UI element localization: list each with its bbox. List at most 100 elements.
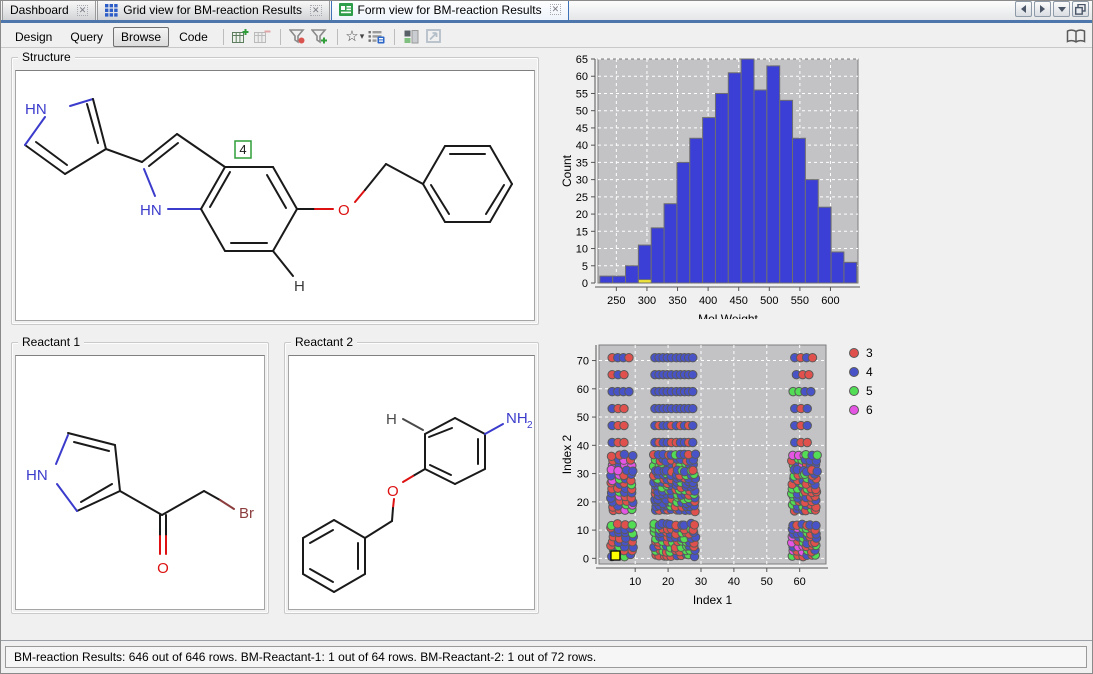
scatter-point xyxy=(802,403,812,414)
tab-bar: Dashboard ✕ Grid view for BM-reaction Re… xyxy=(1,1,1092,23)
legend-label: 6 xyxy=(866,403,873,417)
tab-scroll-right-button[interactable] xyxy=(1034,1,1051,17)
histogram-bar xyxy=(792,137,806,284)
scatter-point xyxy=(688,353,698,363)
down-arrow-icon xyxy=(1057,6,1066,12)
atom-label-h: H xyxy=(294,278,305,295)
layout-icon xyxy=(404,29,419,43)
histogram-bar xyxy=(599,275,614,284)
favorites-button[interactable]: ☆ ▾ xyxy=(345,28,365,46)
tab-label: Form view for BM-reaction Results xyxy=(357,2,542,17)
table-remove-icon xyxy=(254,30,271,43)
close-icon[interactable]: ✕ xyxy=(309,4,322,16)
histogram-bar xyxy=(727,72,742,284)
form-view-canvas: Structure 4 HN HN O H 0 5 10 15 20 25 30… xyxy=(1,49,1092,640)
atom-label-o: O xyxy=(338,202,350,219)
scatter-point xyxy=(804,369,814,380)
tab-list-button[interactable] xyxy=(1053,1,1070,17)
close-icon[interactable]: ✕ xyxy=(76,4,89,16)
scatter-point xyxy=(688,420,698,431)
filter-icon xyxy=(289,28,305,43)
svg-text:250: 250 xyxy=(607,295,625,307)
fit-view-button[interactable] xyxy=(424,28,444,46)
reactant2-molecule: H NH 2 O xyxy=(302,410,533,593)
documentation-button[interactable] xyxy=(1066,28,1086,46)
browse-button[interactable]: Browse xyxy=(113,26,170,47)
atom-label-br: Br xyxy=(239,505,254,522)
scatter-ylabel: Index 2 xyxy=(560,434,574,474)
svg-text:5: 5 xyxy=(582,261,588,273)
form-options-button[interactable] xyxy=(367,28,387,46)
toolbar-separator xyxy=(393,28,395,45)
histogram-xlabel: Mol Weight xyxy=(698,312,758,319)
legend-label: 5 xyxy=(866,384,873,398)
legend-marker xyxy=(849,367,859,377)
svg-text:35: 35 xyxy=(576,157,588,169)
legend-label: 3 xyxy=(866,346,873,360)
reactant1-canvas[interactable]: HN O Br xyxy=(15,355,265,610)
scatter-point xyxy=(688,386,698,397)
scatter-point xyxy=(619,437,629,448)
table-add-icon xyxy=(232,29,249,43)
scatter-point xyxy=(619,369,629,380)
scatter-point xyxy=(811,520,821,531)
add-form-button[interactable] xyxy=(231,28,251,46)
close-icon[interactable]: ✕ xyxy=(549,4,562,15)
svg-text:45: 45 xyxy=(576,123,588,135)
scatter-point xyxy=(606,451,617,462)
svg-text:0: 0 xyxy=(583,553,589,565)
scatter-point xyxy=(802,437,812,448)
tab-dashboard[interactable]: Dashboard ✕ xyxy=(2,1,97,20)
atom-label-nh-indole: HN xyxy=(140,202,162,219)
add-filter-button[interactable] xyxy=(310,28,330,46)
svg-text:10: 10 xyxy=(576,244,588,256)
scatter-point xyxy=(688,437,698,448)
scatter-point xyxy=(612,519,623,529)
svg-text:40: 40 xyxy=(577,440,589,452)
filter-rows-button[interactable] xyxy=(288,28,308,46)
caret-down-icon: ▾ xyxy=(359,31,365,41)
fit-arrow-icon xyxy=(425,29,441,43)
histogram-bar xyxy=(740,58,755,284)
histogram-ylabel: Count xyxy=(560,154,574,187)
query-button[interactable]: Query xyxy=(62,27,111,47)
scatter-point xyxy=(613,466,623,476)
toolbar-separator xyxy=(336,28,338,45)
svg-text:0: 0 xyxy=(582,278,588,290)
svg-text:55: 55 xyxy=(576,88,588,100)
reactant2-canvas[interactable]: H NH 2 O xyxy=(288,355,535,610)
scatter-point xyxy=(624,353,634,363)
mol-weight-histogram[interactable]: 0 5 10 15 20 25 30 35 40 45 50 55 60 65 250 300 350 400 45… xyxy=(559,51,891,326)
tab-scroll-left-button[interactable] xyxy=(1015,1,1032,17)
legend-marker xyxy=(849,348,859,358)
svg-text:10: 10 xyxy=(629,576,641,588)
detach-window-button[interactable] xyxy=(1072,1,1089,17)
status-text: BM-reaction Results: 646 out of 646 rows… xyxy=(14,650,597,664)
svg-text:25: 25 xyxy=(576,192,588,204)
scatter-point xyxy=(690,449,701,459)
structure-canvas[interactable]: 4 HN HN O H xyxy=(15,70,535,321)
star-icon: ☆ xyxy=(345,27,359,45)
remove-form-button[interactable] xyxy=(253,28,273,46)
design-button[interactable]: Design xyxy=(7,27,60,47)
window-restore-icon xyxy=(1075,3,1086,15)
code-button[interactable]: Code xyxy=(171,27,216,47)
svg-text:50: 50 xyxy=(761,576,773,588)
scatter-point xyxy=(688,465,698,476)
atom-label-o: O xyxy=(387,483,399,500)
structure-group-label: Structure xyxy=(18,50,75,64)
index-scatter-plot[interactable]: 0 10 20 30 40 50 60 70 10 20 30 40 50 60 Index 1 Index … xyxy=(559,334,894,624)
histogram-bar xyxy=(830,251,845,284)
layout-button[interactable] xyxy=(402,28,422,46)
tab-form-view[interactable]: Form view for BM-reaction Results ✕ xyxy=(330,1,570,20)
scatter-point xyxy=(628,466,638,476)
svg-text:20: 20 xyxy=(576,209,588,221)
svg-text:50: 50 xyxy=(577,412,589,424)
right-arrow-icon xyxy=(1040,5,1045,13)
reactant2-group: Reactant 2 H NH 2 O xyxy=(284,335,539,614)
svg-text:30: 30 xyxy=(576,175,588,187)
scatter-point xyxy=(619,420,629,431)
svg-text:350: 350 xyxy=(668,295,686,307)
scatter-point xyxy=(807,353,818,363)
tab-grid-view[interactable]: Grid view for BM-reaction Results ✕ xyxy=(97,1,330,20)
